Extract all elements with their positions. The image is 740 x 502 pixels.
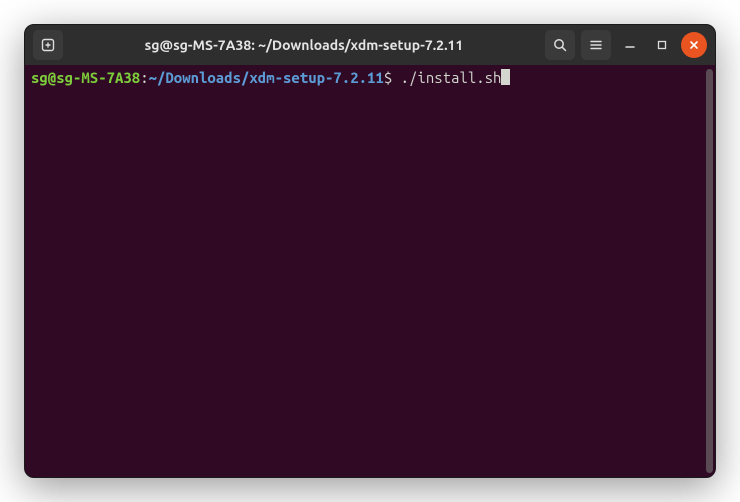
new-tab-icon (40, 37, 56, 53)
cursor (501, 69, 510, 85)
terminal-body[interactable]: sg@sg-MS-7A38:~/Downloads/xdm-setup-7.2.… (25, 65, 715, 477)
prompt-line: sg@sg-MS-7A38:~/Downloads/xdm-setup-7.2.… (31, 69, 709, 88)
prompt-path: ~/Downloads/xdm-setup-7.2.11 (149, 69, 384, 86)
menu-button[interactable] (581, 30, 611, 60)
hamburger-icon (588, 37, 604, 53)
new-tab-button[interactable] (33, 30, 63, 60)
minimize-button[interactable] (617, 32, 643, 58)
terminal-window: sg@sg-MS-7A38: ~/Downloads/xdm-setup-7.2… (24, 24, 716, 478)
titlebar: sg@sg-MS-7A38: ~/Downloads/xdm-setup-7.2… (25, 25, 715, 65)
prompt-command: ./install.sh (401, 69, 502, 86)
search-button[interactable] (545, 30, 575, 60)
search-icon (552, 37, 568, 53)
prompt-separator: : (140, 69, 148, 86)
prompt-symbol: $ (384, 69, 392, 86)
scrollbar[interactable] (706, 69, 713, 473)
maximize-icon (656, 39, 668, 51)
close-icon (688, 39, 700, 51)
prompt-user-host: sg@sg-MS-7A38 (31, 69, 140, 86)
window-title: sg@sg-MS-7A38: ~/Downloads/xdm-setup-7.2… (69, 37, 539, 53)
maximize-button[interactable] (649, 32, 675, 58)
minimize-icon (624, 39, 636, 51)
close-button[interactable] (681, 32, 707, 58)
